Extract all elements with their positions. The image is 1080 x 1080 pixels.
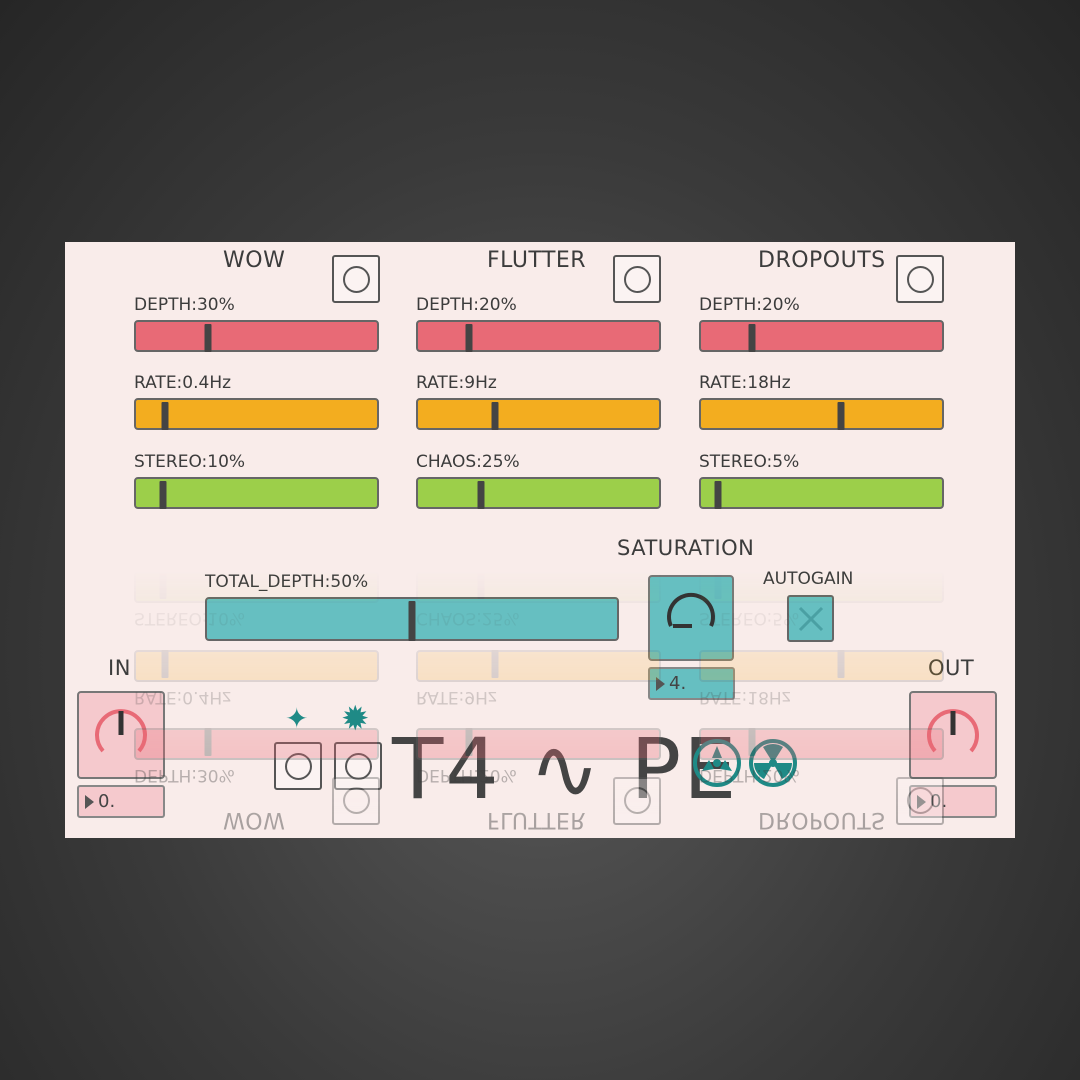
- dropouts-stereo-label: STEREO:5%: [699, 452, 800, 472]
- value-arrow-icon: [85, 794, 94, 809]
- autogain-checkbox[interactable]: [787, 595, 834, 642]
- dropouts-title: DROPOUTS: [758, 248, 886, 273]
- stage: WOW DEPTH:30% RATE:0.4Hz STEREO:10% FLUT…: [0, 0, 1080, 1080]
- slider-thumb[interactable]: [491, 402, 499, 430]
- slider-thumb[interactable]: [161, 402, 169, 430]
- flutter-depth-slider[interactable]: [416, 320, 661, 352]
- flutter-rate-slider[interactable]: [416, 398, 661, 430]
- dropouts-enable-toggle[interactable]: [896, 255, 944, 303]
- slider-thumb[interactable]: [465, 324, 473, 352]
- slider-thumb[interactable]: [477, 481, 485, 509]
- wow-rate-label: RATE:0.4Hz: [134, 373, 232, 393]
- out-label: OUT: [928, 656, 975, 680]
- gain-dial-icon: [95, 709, 147, 753]
- check-x-icon: [798, 606, 823, 631]
- total-depth-slider[interactable]: [205, 597, 619, 641]
- toggle-ring-icon: [344, 752, 372, 780]
- dropouts-stereo-slider[interactable]: [699, 477, 944, 509]
- flutter-title: FLUTTER: [487, 248, 587, 273]
- flutter-depth-label: DEPTH:20%: [416, 295, 517, 315]
- flutter-rate-label: RATE:9Hz: [416, 373, 497, 393]
- wow-title: WOW: [223, 248, 286, 273]
- value-arrow-icon: [656, 676, 665, 691]
- plugin-panel-content: WOW DEPTH:30% RATE:0.4Hz STEREO:10% FLUT…: [65, 242, 1015, 838]
- four-point-star-icon: ✦: [285, 702, 309, 735]
- input-gain-knob[interactable]: [77, 691, 165, 779]
- wow-depth-label: DEPTH:30%: [134, 295, 235, 315]
- radiation-reel-icon: [749, 739, 797, 787]
- logo-text: T4 ∿ PE: [392, 720, 739, 818]
- dropouts-depth-label: DEPTH:20%: [699, 295, 800, 315]
- saturation-dial-icon: [667, 592, 715, 628]
- dropouts-rate-slider[interactable]: [699, 398, 944, 430]
- tape-reel-icon: [693, 739, 741, 787]
- slider-thumb[interactable]: [408, 601, 416, 641]
- autogain-label: AUTOGAIN: [763, 569, 854, 589]
- saturation-value-box[interactable]: 4.: [648, 667, 735, 700]
- total-depth-label: TOTAL_DEPTH:50%: [205, 572, 369, 592]
- flutter-enable-toggle[interactable]: [613, 255, 661, 303]
- eight-point-star-icon: ✹: [341, 699, 370, 739]
- flutter-chaos-slider[interactable]: [416, 477, 661, 509]
- output-value-box[interactable]: 0.: [909, 785, 997, 818]
- wow-depth-slider[interactable]: [134, 320, 379, 352]
- sparkle-mode-toggle[interactable]: [274, 742, 322, 790]
- saturation-value: 4.: [669, 673, 687, 694]
- input-value-box[interactable]: 0.: [77, 785, 165, 818]
- value-arrow-icon: [917, 794, 926, 809]
- flutter-chaos-label: CHAOS:25%: [416, 452, 520, 472]
- toggle-ring-icon: [906, 265, 934, 293]
- dropouts-rate-label: RATE:18Hz: [699, 373, 791, 393]
- slider-thumb[interactable]: [159, 481, 166, 509]
- wow-stereo-slider[interactable]: [134, 477, 379, 509]
- slider-thumb[interactable]: [837, 402, 845, 430]
- gain-dial-icon: [927, 709, 979, 753]
- plugin-panel: WOW DEPTH:30% RATE:0.4Hz STEREO:10% FLUT…: [65, 242, 1015, 838]
- toggle-ring-icon: [342, 265, 370, 293]
- wow-rate-slider[interactable]: [134, 398, 379, 430]
- saturation-knob[interactable]: [648, 575, 734, 661]
- dropouts-depth-slider[interactable]: [699, 320, 944, 352]
- in-label: IN: [108, 656, 131, 680]
- wow-enable-toggle[interactable]: [332, 255, 380, 303]
- toggle-ring-icon: [623, 265, 651, 293]
- saturation-title: SATURATION: [617, 536, 755, 560]
- output-gain-knob[interactable]: [909, 691, 997, 779]
- toggle-ring-icon: [284, 752, 312, 780]
- input-value: 0.: [98, 791, 116, 812]
- slider-thumb[interactable]: [714, 481, 722, 509]
- burst-mode-toggle[interactable]: [334, 742, 382, 790]
- wow-stereo-label: STEREO:10%: [134, 452, 246, 472]
- output-value: 0.: [930, 791, 948, 812]
- slider-thumb[interactable]: [748, 324, 756, 352]
- slider-thumb[interactable]: [204, 324, 212, 352]
